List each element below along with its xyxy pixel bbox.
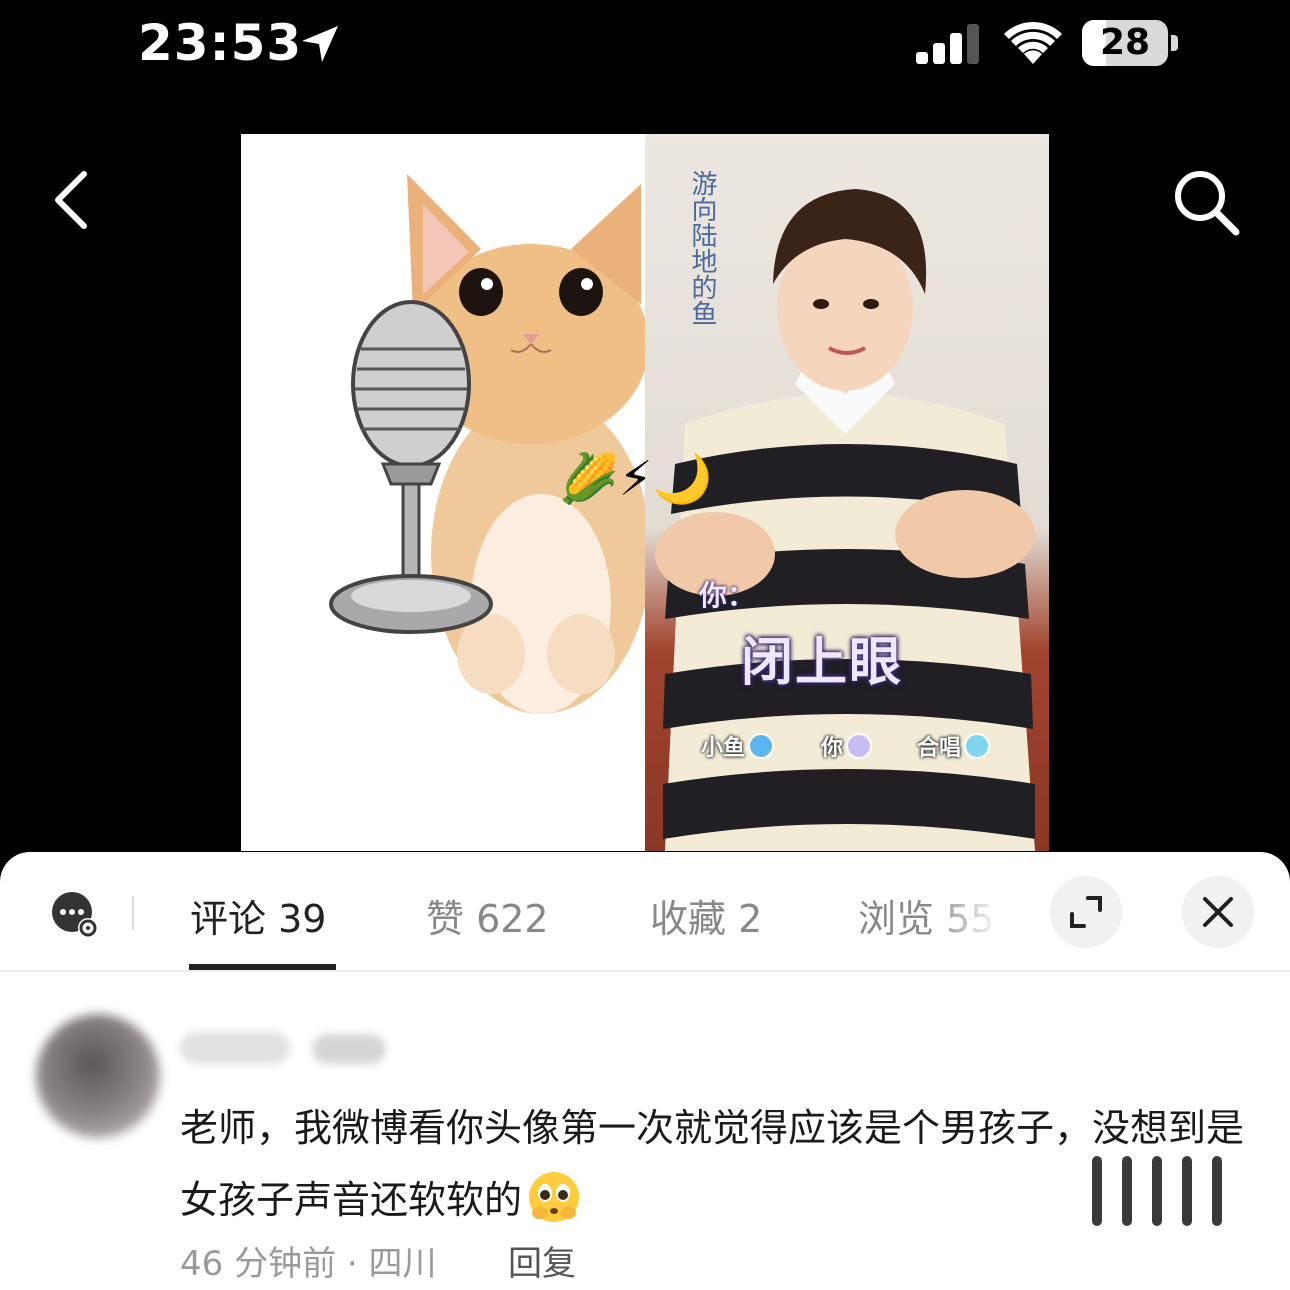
chat-settings-icon[interactable]	[50, 890, 100, 940]
comments-sheet: 评论 39 赞 622 收藏 2 浏览 55 老师，我微博看你头像第一次就觉得应…	[0, 852, 1290, 1290]
chevron-left-icon[interactable]	[40, 160, 110, 240]
cellular-signal-icon	[916, 24, 979, 64]
legend-label: 合唱	[917, 735, 962, 761]
handwriting-watermark: 游向陆地的鱼	[687, 170, 717, 326]
reply-button[interactable]: 回复	[508, 1236, 576, 1285]
emoji-row: 🌽⚡🌙	[559, 451, 713, 507]
post-image[interactable]: 游向陆地的鱼 🌽⚡🌙 你： 闭上眼 小鱼 你 合唱	[241, 134, 1049, 851]
lyric-line: 闭上眼	[741, 632, 904, 693]
pleading-face-emoji-icon	[529, 1172, 580, 1222]
battery-level: 28	[1099, 22, 1151, 63]
user-badge-blurred	[312, 1034, 386, 1064]
legend-item: 合唱	[917, 730, 991, 762]
legend-dot	[748, 733, 775, 759]
legend-item: 小鱼	[701, 730, 775, 762]
status-time: 23:53	[138, 14, 303, 72]
search-icon[interactable]	[1168, 164, 1244, 240]
tab-fade	[930, 872, 1040, 958]
close-button[interactable]	[1182, 876, 1254, 948]
tab-favorites[interactable]: 收藏 2	[650, 888, 762, 943]
legend-dot	[846, 733, 873, 759]
lyric-speaker: 你：	[699, 579, 756, 612]
legend-dot	[964, 733, 991, 759]
legend-item: 你	[821, 730, 873, 762]
wifi-icon	[1004, 21, 1062, 64]
scroll-indicator	[1076, 1016, 1256, 1236]
status-bar: 23:53 28	[0, 0, 1290, 100]
avatar[interactable]	[36, 1014, 160, 1138]
tab-divider	[132, 896, 134, 930]
expand-button[interactable]	[1050, 876, 1122, 948]
active-tab-indicator	[189, 964, 336, 970]
legend-label: 你	[821, 735, 844, 761]
location-arrow-icon	[302, 26, 338, 62]
comment-meta: 46 分钟前 · 四川	[180, 1244, 437, 1284]
username-blurred[interactable]	[180, 1032, 290, 1064]
tab-bar: 评论 39 赞 622 收藏 2 浏览 55	[0, 852, 1290, 972]
close-icon	[1203, 897, 1233, 927]
tab-likes[interactable]: 赞 622	[426, 888, 549, 943]
tab-comments[interactable]: 评论 39	[190, 888, 326, 943]
battery-icon: 28	[1082, 20, 1180, 66]
expand-icon	[1070, 896, 1102, 928]
comment-item: 老师，我微博看你头像第一次就觉得应该是个男孩子，没想到是女孩子声音还软软的 46…	[0, 992, 1290, 1290]
legend-label: 小鱼	[701, 735, 746, 761]
